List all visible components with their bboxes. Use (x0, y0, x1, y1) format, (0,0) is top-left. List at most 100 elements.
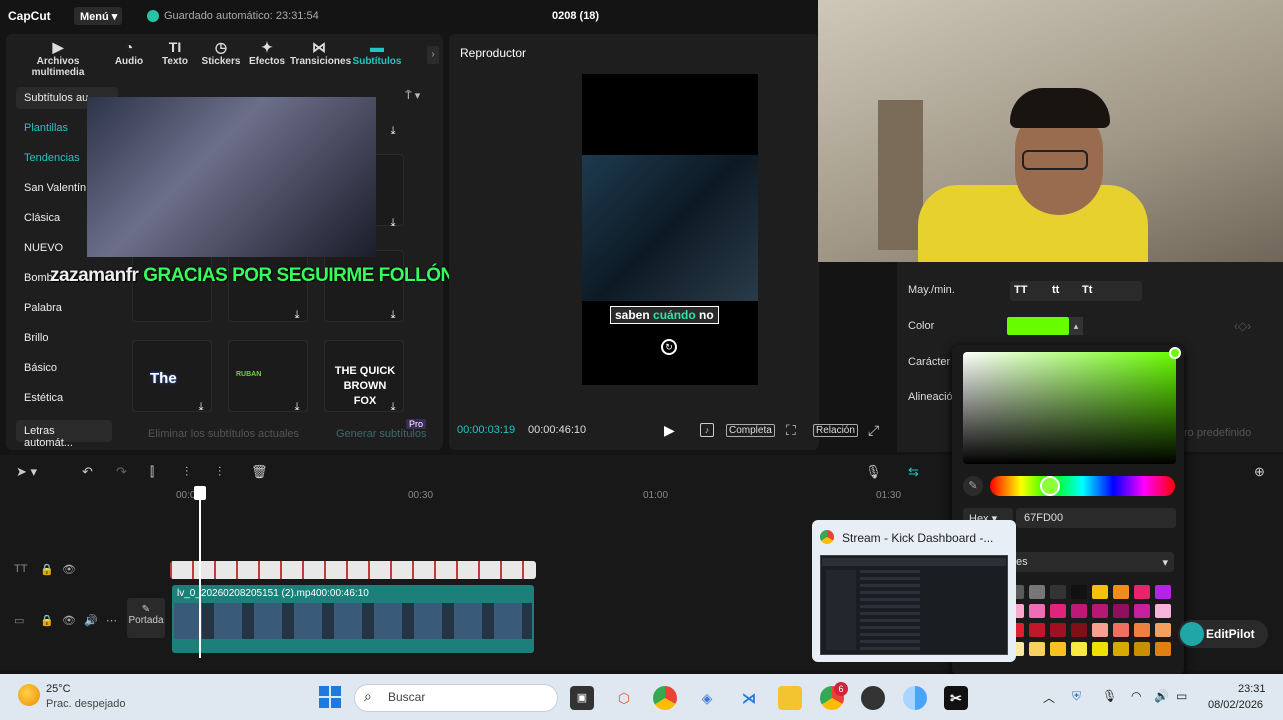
select-tool-icon[interactable]: ➤ ▾ (16, 464, 37, 480)
split-right-icon[interactable]: ⫶ (218, 464, 221, 480)
ratio-button[interactable]: Relación (813, 424, 858, 437)
case-title[interactable]: Tt (1082, 284, 1092, 296)
taskview-icon[interactable]: ▣ (570, 686, 594, 710)
color-swatch-item[interactable] (1029, 585, 1045, 599)
battery-icon[interactable]: ▭ (1176, 689, 1187, 703)
color-swatch-item[interactable] (1134, 642, 1150, 656)
app-icon-diamond[interactable]: ◈ (695, 686, 719, 710)
delete-icon[interactable]: 🗑 (251, 464, 268, 480)
full-button[interactable]: Completa (726, 424, 775, 437)
lock-icon[interactable]: 🔒 (40, 563, 54, 576)
chrome-taskbar-icon[interactable] (653, 686, 677, 710)
hex-input[interactable]: 67FD00 (1016, 508, 1176, 528)
subtitle-preview[interactable]: saben cuándo no (610, 306, 719, 324)
eye-icon[interactable]: 👁 (62, 614, 76, 627)
color-swatch-item[interactable] (1050, 604, 1066, 618)
rotate-icon[interactable]: ↻ (661, 339, 677, 355)
more-icon[interactable]: ⋯ (106, 614, 117, 627)
volume-icon[interactable]: 🔊 (84, 614, 98, 627)
download-icon[interactable]: ⤓ (386, 309, 400, 323)
split-icon[interactable]: ⫿ (150, 464, 154, 480)
tab-media[interactable]: ▶ Archivos multimedia (10, 38, 106, 78)
app-icon-hex[interactable]: ⬡ (612, 686, 636, 710)
clock-date[interactable]: 08/02/2026 (1208, 699, 1263, 711)
hue-handle[interactable] (1040, 476, 1060, 496)
undo-icon[interactable]: ↶ (82, 464, 93, 480)
color-swatch-item[interactable] (1050, 623, 1066, 637)
color-swatch-item[interactable] (1092, 642, 1108, 656)
case-upper[interactable]: TT (1014, 284, 1027, 296)
color-swatch-item[interactable] (1113, 623, 1129, 637)
taskbar-search[interactable] (354, 684, 558, 712)
color-swatch-item[interactable] (1071, 623, 1087, 637)
color-swatch-item[interactable] (1071, 604, 1087, 618)
tab-subtitles[interactable]: ▬ Subtítulos (348, 38, 406, 70)
color-swatch-item[interactable] (1092, 604, 1108, 618)
category-aesthetic[interactable]: Estética (16, 387, 118, 409)
wifi-icon[interactable]: ◠ (1131, 689, 1141, 703)
zoom-in-icon[interactable]: ⊕ (1254, 464, 1265, 480)
tabs-next-icon[interactable]: › (427, 46, 439, 64)
color-swatch-item[interactable] (1029, 623, 1045, 637)
download-icon[interactable]: ⤓ (386, 125, 400, 139)
download-icon[interactable]: ⤓ (290, 401, 304, 415)
color-swatch-item[interactable] (1113, 642, 1129, 656)
cover-button[interactable]: ✎ Portada (127, 598, 165, 638)
filter-icon[interactable]: T̄ ▾ (405, 89, 420, 102)
color-swatch-item[interactable] (1134, 604, 1150, 618)
color-swatch-item[interactable] (1029, 642, 1045, 656)
tiktok-icon[interactable]: ♪ (700, 423, 714, 437)
play-icon[interactable]: ▶ (664, 422, 675, 439)
keyframe-icon[interactable]: ‹◇› (1234, 319, 1251, 333)
color-swatch-item[interactable] (1050, 585, 1066, 599)
fullscreen-icon[interactable]: ⤢ (868, 422, 879, 439)
download-icon[interactable]: ⤓ (194, 401, 208, 415)
download-icon[interactable]: ⤓ (290, 309, 304, 323)
color-swatch-item[interactable] (1155, 642, 1171, 656)
vscode-icon[interactable]: ⋊ (737, 686, 761, 710)
menu-button[interactable]: Menú ▾ (74, 7, 122, 25)
lock-icon[interactable]: 🔒 (40, 614, 54, 627)
eyedropper-icon[interactable]: ✎ (963, 476, 983, 496)
clock-time[interactable]: 23:31 (1238, 683, 1266, 695)
download-icon[interactable]: ⤓ (386, 217, 400, 231)
color-swatch-item[interactable] (1155, 604, 1171, 618)
capcut-taskbar-icon[interactable]: ✂ (944, 686, 968, 710)
auto-lyrics-button[interactable]: Letras automát... (16, 420, 112, 449)
color-swatch-item[interactable] (1134, 623, 1150, 637)
color-swatch-item[interactable] (1071, 585, 1087, 599)
playhead-handle[interactable] (194, 486, 206, 500)
category-basic[interactable]: Básico (16, 357, 118, 379)
redo-icon[interactable]: ↷ (116, 464, 127, 480)
weather-icon[interactable] (18, 684, 40, 706)
split-left-icon[interactable]: ⫶ (185, 464, 188, 480)
tab-transitions[interactable]: ⋈ Transiciones (290, 38, 351, 70)
color-swatch-item[interactable] (1050, 642, 1066, 656)
color-swatch-item[interactable] (1113, 585, 1129, 599)
tab-stickers[interactable]: ◷ Stickers (198, 38, 244, 70)
color-swatch-item[interactable] (1092, 623, 1108, 637)
chrome-stream-icon[interactable] (903, 686, 927, 710)
category-glow[interactable]: Brillo (16, 327, 118, 349)
preset-button[interactable]: ro predefinido (1184, 427, 1251, 439)
color-swatch-item[interactable] (1134, 585, 1150, 599)
volume-tray-icon[interactable]: 🔊 (1154, 689, 1169, 703)
case-lower[interactable]: tt (1052, 284, 1059, 296)
playhead[interactable] (199, 488, 201, 658)
tab-effects[interactable]: ✦ Efectos (244, 38, 290, 70)
category-word[interactable]: Palabra (16, 297, 118, 319)
link-icon[interactable]: ⇆ (908, 464, 919, 480)
color-swatch-item[interactable] (1092, 585, 1108, 599)
palette-select[interactable]: es ▾ (1010, 552, 1174, 572)
color-swatch-item[interactable] (1071, 642, 1087, 656)
tab-audio[interactable]: ◔ Audio (106, 38, 152, 70)
color-swatch-item[interactable] (1155, 585, 1171, 599)
text-track-clips[interactable] (170, 561, 536, 579)
windows-start-icon[interactable] (319, 686, 341, 708)
color-swatch[interactable] (1007, 317, 1069, 335)
color-swatch-item[interactable] (1029, 604, 1045, 618)
saturation-value-area[interactable] (963, 352, 1176, 464)
tab-text[interactable]: TI Texto (152, 38, 198, 70)
color-dropdown-icon[interactable]: ▴ (1069, 317, 1083, 335)
tray-chevron-icon[interactable]: ︿ (1043, 689, 1055, 706)
